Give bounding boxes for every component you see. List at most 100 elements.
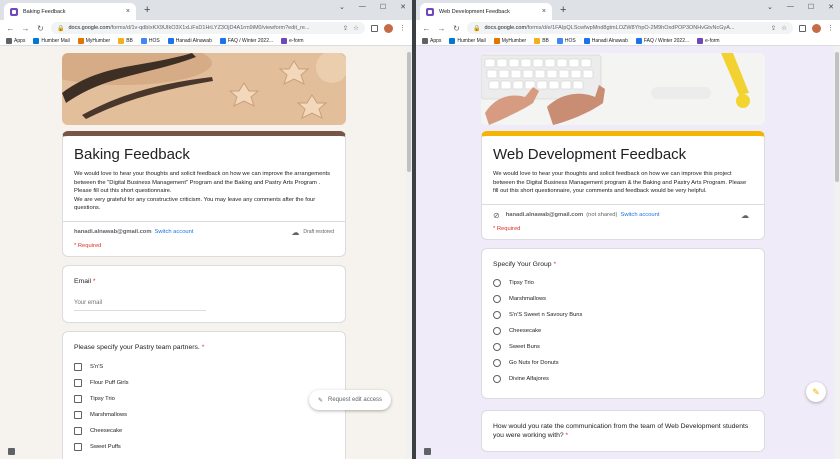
- share-icon[interactable]: ⇪: [343, 24, 348, 32]
- checkbox[interactable]: [74, 394, 82, 403]
- pastry-partner-option[interactable]: Tipsy Trio: [74, 391, 334, 407]
- radio-button[interactable]: [493, 374, 501, 383]
- extension-icon[interactable]: [799, 24, 806, 32]
- group-option[interactable]: Divine Alfajores: [493, 371, 753, 387]
- bookmark-hos[interactable]: HOS: [556, 37, 576, 44]
- menu-kebab-icon[interactable]: ⋮: [827, 24, 834, 32]
- forward-arrow-icon[interactable]: →: [437, 24, 446, 33]
- radio-button[interactable]: [493, 342, 501, 351]
- back-arrow-icon[interactable]: ←: [6, 24, 15, 33]
- share-icon[interactable]: ⇪: [771, 24, 776, 32]
- checkbox[interactable]: [74, 378, 82, 387]
- address-bar[interactable]: 🔒 docs.google.com/forms/d/1v-qdbIxKX9UIk…: [51, 22, 365, 34]
- bookmark-hanadi-alnawab[interactable]: Hanadi Alnawab: [583, 37, 628, 44]
- edit-pencil-button[interactable]: ✎: [806, 382, 826, 402]
- checkbox[interactable]: [74, 426, 82, 435]
- bookmark-label: Apps: [430, 37, 442, 44]
- bookmark-label: MyHumber: [501, 37, 527, 44]
- extension-icon[interactable]: [371, 24, 378, 32]
- bookmark-humber-mail[interactable]: Humber Mail: [33, 37, 70, 44]
- group-option[interactable]: Sweet Buns: [493, 339, 753, 355]
- reload-icon[interactable]: ↻: [36, 24, 45, 33]
- tab-web-development-feedback[interactable]: Web Development Feedback ×: [420, 3, 552, 20]
- bookmark-favicon-icon: [449, 37, 456, 44]
- scrollbar[interactable]: [834, 46, 840, 459]
- bookmark-e-form[interactable]: e-form: [697, 37, 720, 44]
- request-edit-access-button[interactable]: ✎ Request edit access: [309, 390, 392, 410]
- form-page: Web Development Feedback We would love t…: [416, 46, 840, 459]
- form-description: We would love to hear your thoughts and …: [74, 171, 331, 211]
- address-bar[interactable]: 🔒 docs.google.com/forms/d/e/1FAIpQLScwfw…: [467, 22, 793, 34]
- bookmark-favicon-icon: [422, 37, 428, 44]
- radio-button[interactable]: [493, 278, 501, 287]
- bookmark-apps[interactable]: Apps: [6, 37, 26, 44]
- minimize-button[interactable]: —: [787, 3, 794, 11]
- email-input[interactable]: Your email: [74, 300, 206, 311]
- maximize-button[interactable]: ☐: [380, 3, 386, 11]
- header-image-baking: [62, 53, 346, 125]
- bookmark-hos[interactable]: HOS: [140, 37, 160, 44]
- group-option[interactable]: Tipsy Trio: [493, 275, 753, 291]
- group-option[interactable]: S'n'S Sweet n Savoury Buns: [493, 307, 753, 323]
- back-arrow-icon[interactable]: ←: [422, 24, 431, 33]
- option-label: Cheesecake: [90, 427, 123, 434]
- minimize-button[interactable]: —: [359, 3, 366, 11]
- close-window-button[interactable]: ✕: [828, 3, 834, 11]
- bookmark-favicon-icon: [219, 37, 226, 44]
- close-tab-icon[interactable]: ×: [542, 8, 546, 15]
- bookmark-myhumber[interactable]: MyHumber: [77, 37, 110, 44]
- checkbox[interactable]: [74, 362, 82, 371]
- option-label: Tipsy Trio: [509, 279, 534, 286]
- profile-avatar[interactable]: [384, 23, 393, 33]
- checkbox[interactable]: [74, 410, 82, 419]
- forward-arrow-icon[interactable]: →: [21, 24, 30, 33]
- bookmark-favicon-icon: [556, 37, 563, 44]
- pastry-partner-option[interactable]: S'n'S: [74, 359, 334, 375]
- group-option[interactable]: Cheesecake: [493, 323, 753, 339]
- bookmark-label: Apps: [14, 37, 26, 44]
- bookmark-bb[interactable]: BB: [534, 37, 549, 44]
- pastry-partner-option[interactable]: Flour Puff Girls: [74, 375, 334, 391]
- feedback-icon[interactable]: [8, 448, 15, 455]
- maximize-button[interactable]: ☐: [808, 3, 814, 11]
- menu-kebab-icon[interactable]: ⋮: [399, 24, 406, 32]
- bookmark-myhumber[interactable]: MyHumber: [493, 37, 527, 44]
- tab-search-icon[interactable]: ⌄: [339, 3, 345, 11]
- close-tab-icon[interactable]: ×: [126, 8, 130, 15]
- option-label: Cheesecake: [509, 327, 542, 334]
- radio-button[interactable]: [493, 310, 501, 319]
- bookmark-e-form[interactable]: e-form: [281, 37, 304, 44]
- new-tab-button[interactable]: +: [560, 4, 566, 16]
- bookmark-apps[interactable]: Apps: [422, 37, 442, 44]
- pastry-partner-option[interactable]: Sweet Puffs: [74, 439, 334, 455]
- checkbox[interactable]: [74, 442, 82, 451]
- pastry-partner-option[interactable]: Marshmallows: [74, 407, 334, 423]
- bookmark-star-icon[interactable]: ☆: [781, 24, 787, 32]
- bookmark-humber-mail[interactable]: Humber Mail: [449, 37, 486, 44]
- bookmark-faq-winter-2022[interactable]: FAQ / Winter 2022...: [635, 37, 689, 44]
- bookmark-bb[interactable]: BB: [118, 37, 133, 44]
- bookmark-faq-winter-2022[interactable]: FAQ / Winter 2022...: [219, 37, 273, 44]
- new-tab-button[interactable]: +: [144, 4, 150, 16]
- feedback-icon[interactable]: [424, 448, 431, 455]
- bookmark-hanadi-alnawab[interactable]: Hanadi Alnawab: [167, 37, 212, 44]
- radio-button[interactable]: [493, 294, 501, 303]
- close-window-button[interactable]: ✕: [400, 3, 406, 11]
- reload-icon[interactable]: ↻: [452, 24, 461, 33]
- tab-baking-feedback[interactable]: Baking Feedback ×: [4, 3, 136, 20]
- switch-account-link[interactable]: Switch account: [620, 212, 659, 218]
- group-option[interactable]: Go Nuts for Donuts: [493, 355, 753, 371]
- account-email: hanadi.alnawab@gmail.com: [505, 212, 584, 218]
- profile-avatar[interactable]: [812, 23, 821, 33]
- tab-title: Web Development Feedback: [439, 8, 510, 15]
- group-option[interactable]: Marshmallows: [493, 291, 753, 307]
- pastry-partner-option[interactable]: Cheesecake: [74, 423, 334, 439]
- bookmark-star-icon[interactable]: ☆: [353, 24, 359, 32]
- option-label: Sweet Puffs: [90, 443, 121, 450]
- tab-search-icon[interactable]: ⌄: [767, 3, 773, 11]
- radio-button[interactable]: [493, 326, 501, 335]
- switch-account-link[interactable]: Switch account: [155, 229, 194, 235]
- bookmark-label: BB: [542, 37, 549, 44]
- account-row: hanadi.alnawab@gmail.com Switch account …: [63, 220, 345, 243]
- radio-button[interactable]: [493, 358, 501, 367]
